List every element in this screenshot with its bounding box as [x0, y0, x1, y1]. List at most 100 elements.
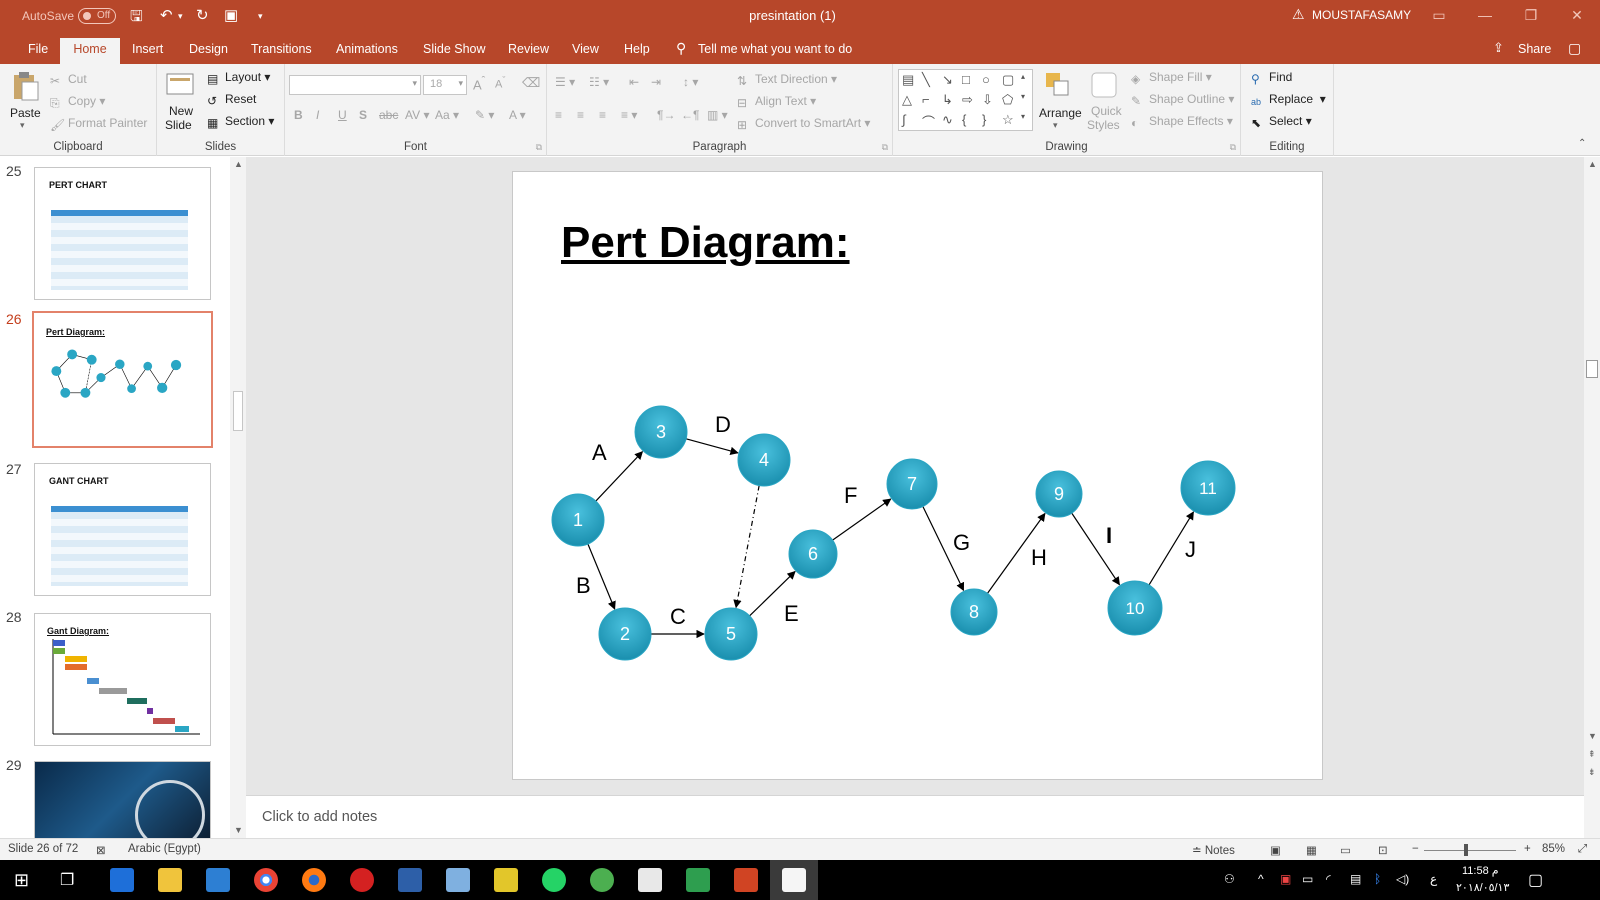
increase-indent-icon[interactable]: ⇥ [651, 75, 661, 89]
quick-styles-label-2[interactable]: Styles [1087, 118, 1120, 132]
elbow-arrow-shape-icon[interactable]: ↳ [942, 92, 953, 108]
arrange-dropdown-icon[interactable]: ▾ [1053, 120, 1058, 131]
battery-icon[interactable]: ▭ [1302, 872, 1313, 886]
align-left-icon[interactable]: ≡ [555, 108, 562, 122]
notes-toggle[interactable]: ≐ Notes [1192, 843, 1235, 857]
layout-button[interactable]: ▤ Layout ▾ [207, 70, 270, 86]
scroll-thumb[interactable] [233, 391, 243, 431]
select-button[interactable]: ⬉ Select ▾ [1251, 114, 1312, 130]
cut-button[interactable]: ✂ Cut [50, 72, 87, 88]
tab-review[interactable]: Review [498, 38, 559, 64]
file-explorer-icon[interactable] [158, 868, 182, 892]
text-direction-button[interactable]: ⇅ Text Direction ▾ [737, 72, 837, 88]
qt-icon[interactable] [686, 868, 710, 892]
star-shape-icon[interactable]: ☆ [1002, 112, 1014, 128]
slide-thumbnail-29[interactable] [34, 761, 211, 841]
zoom-slider-thumb[interactable] [1464, 844, 1468, 856]
scroll-down-icon[interactable]: ▼ [234, 825, 243, 835]
restore-icon[interactable]: ❐ [1516, 4, 1546, 26]
slide-thumbnail-27[interactable]: GANT CHART [34, 463, 211, 596]
freeform-shape-icon[interactable]: ∫ [902, 112, 906, 127]
arrange-icon[interactable] [1043, 70, 1073, 102]
edge-6-7[interactable] [832, 498, 892, 541]
quick-styles-icon[interactable] [1089, 70, 1119, 102]
rtl-icon[interactable]: ←¶ [681, 108, 699, 122]
clear-formatting-icon[interactable]: ⌫ [522, 75, 540, 91]
down-arrow-shape-icon[interactable]: ⇩ [982, 92, 993, 108]
normal-view-icon[interactable]: ▣ [1270, 843, 1281, 857]
language-indicator[interactable]: Arabic (Egypt) [128, 843, 201, 855]
paragraph-dialog-launcher-icon[interactable]: ⧉ [882, 142, 888, 153]
edge-label[interactable]: A [592, 440, 607, 465]
tab-file[interactable]: File [18, 38, 58, 64]
scroll-thumb[interactable] [1586, 360, 1598, 378]
triangle-shape-icon[interactable]: △ [902, 92, 912, 108]
strikethrough-icon[interactable]: abc [379, 108, 398, 122]
align-text-button[interactable]: ⊟ Align Text ▾ [737, 94, 816, 110]
virtualbox-icon[interactable] [446, 868, 470, 892]
tab-view[interactable]: View [562, 38, 609, 64]
shadow-icon[interactable]: S [359, 108, 367, 122]
convert-smartart-button[interactable]: ⊞ Convert to SmartArt ▾ [737, 116, 870, 132]
line-shape-icon[interactable]: ╲ [922, 72, 930, 88]
next-slide-icon[interactable]: ⇟ [1588, 767, 1596, 778]
edge-9-10[interactable] [1071, 512, 1120, 586]
clock-date[interactable]: ٢٠١٨/٠٥/١٣ [1456, 881, 1509, 894]
powerpoint-icon[interactable] [734, 868, 758, 892]
notes-pane[interactable]: Click to add notes [246, 795, 1584, 838]
tab-transitions[interactable]: Transitions [241, 38, 322, 64]
fit-to-window-icon[interactable]: ⤢ [1578, 843, 1587, 856]
volume-icon[interactable]: ◁) [1396, 872, 1409, 886]
shape-effects-button[interactable]: ◐ Shape Effects ▾ [1131, 114, 1233, 130]
section-button[interactable]: ▦ Section ▾ [207, 114, 274, 130]
edge-label[interactable]: B [576, 573, 591, 598]
rectangle-shape-icon[interactable]: □ [962, 72, 970, 87]
highlight-icon[interactable]: ✎ ▾ [475, 108, 494, 122]
font-color-icon[interactable]: A ▾ [509, 108, 526, 122]
ribbon-display-options-icon[interactable]: ▭ [1424, 4, 1454, 26]
user-name[interactable]: MOUSTAFASAMY [1312, 8, 1411, 22]
tell-me-input[interactable]: Tell me what you want to do [698, 42, 852, 56]
copy-button[interactable]: ⎘ Copy ▾ [50, 94, 105, 110]
bold-icon[interactable]: B [294, 108, 303, 122]
spelling-icon[interactable]: ⊠ [96, 843, 106, 857]
zoom-slider[interactable] [1424, 850, 1516, 851]
change-case-icon[interactable]: Aa ▾ [435, 108, 459, 122]
edge-label[interactable]: D [715, 412, 731, 437]
tab-home[interactable]: Home [60, 38, 120, 64]
find-button[interactable]: ⚲ Find [1251, 70, 1292, 86]
shape-fill-button[interactable]: ◈ Shape Fill ▾ [1131, 70, 1212, 86]
zoom-level[interactable]: 85% [1542, 843, 1565, 855]
mail-icon[interactable] [638, 868, 662, 892]
edge-label[interactable]: H [1031, 545, 1047, 570]
slideshow-view-icon[interactable]: ⊡ [1378, 843, 1388, 857]
left-brace-shape-icon[interactable]: { [962, 112, 966, 127]
new-slide-label-2[interactable]: Slide [165, 118, 192, 132]
shrink-font-icon[interactable]: Aˇ [495, 75, 505, 91]
elbow-shape-icon[interactable]: ⌐ [922, 92, 930, 107]
edge-label[interactable]: E [784, 601, 799, 626]
scroll-up-icon[interactable]: ▲ [234, 159, 243, 169]
tray-app-icon[interactable]: ▣ [1280, 872, 1291, 886]
scroll-up-icon[interactable]: ▲ [1588, 159, 1597, 169]
slide-sorter-icon[interactable]: ▦ [1306, 843, 1317, 857]
paste-icon[interactable] [10, 70, 40, 102]
edge-icon[interactable] [110, 868, 134, 892]
gallery-down-icon[interactable]: ▾ [1021, 92, 1025, 101]
new-slide-icon[interactable] [165, 68, 195, 100]
format-painter-button[interactable]: 🖌 Format Painter [50, 116, 147, 132]
store-icon[interactable] [206, 868, 230, 892]
current-slide[interactable]: Pert Diagram: ABCDEFGHIJ 1 2 3 4 5 6 7 8 9 10 11 [512, 171, 1323, 780]
font-size-combo[interactable]: 18 [423, 75, 467, 95]
comments-icon[interactable]: ▢ [1568, 40, 1581, 57]
tab-design[interactable]: Design [179, 38, 238, 64]
drawing-dialog-launcher-icon[interactable]: ⧉ [1230, 142, 1236, 153]
curve-shape-icon[interactable]: ∿ [942, 112, 953, 128]
edge-3-4[interactable] [685, 438, 739, 455]
action-center-icon[interactable]: ▢ [1528, 870, 1543, 890]
android-icon[interactable] [590, 868, 614, 892]
quick-styles-label-1[interactable]: Quick [1091, 104, 1122, 118]
decrease-indent-icon[interactable]: ⇤ [629, 75, 639, 89]
edge-label[interactable]: J [1185, 537, 1196, 562]
align-center-icon[interactable]: ≡ [577, 108, 584, 122]
